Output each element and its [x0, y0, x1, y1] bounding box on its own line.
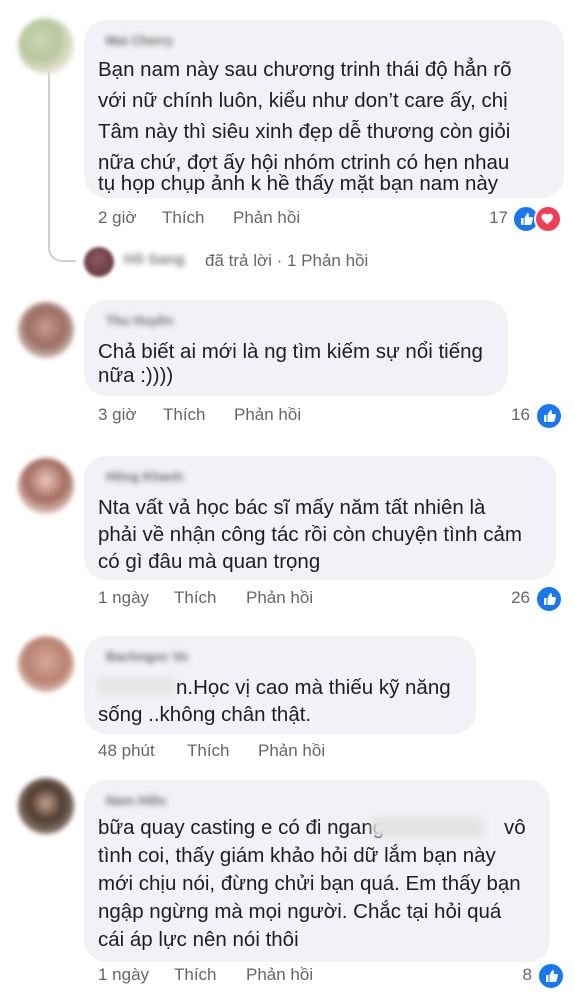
- like-button[interactable]: Thích: [174, 588, 217, 608]
- reply-summary-link[interactable]: đã trả lời · 1 Phản hồi: [205, 251, 368, 271]
- redacted-text: [98, 677, 174, 695]
- reply-button[interactable]: Phản hồi: [234, 405, 301, 425]
- comment-author[interactable]: Hồng Khanh: [106, 469, 183, 484]
- like-button[interactable]: Thích: [174, 965, 217, 985]
- comment-time[interactable]: 1 ngày: [98, 588, 149, 608]
- reply-button[interactable]: Phản hồi: [246, 588, 313, 608]
- comment-author[interactable]: Nam Hiền: [106, 793, 166, 808]
- reply-button[interactable]: Phản hồi: [246, 965, 313, 985]
- thread-line: [48, 68, 50, 244]
- like-icon: [537, 962, 565, 990]
- comment-text-line: mới chịu nói, đừng chửi bạn quá. Em thấy…: [98, 872, 521, 895]
- avatar[interactable]: [18, 458, 74, 514]
- avatar[interactable]: [18, 18, 74, 74]
- like-icon: [535, 585, 563, 613]
- comment-text-line: Bạn nam này sau chương trinh thái độ hẳn…: [98, 58, 512, 81]
- comment-author[interactable]: Bachngoc Vo: [106, 649, 188, 664]
- avatar[interactable]: [18, 302, 74, 358]
- like-icon: [535, 402, 563, 430]
- comment-text-line: Tâm này thì siêu xinh đẹp dễ thương còn …: [98, 120, 511, 143]
- reply-button[interactable]: Phản hồi: [258, 741, 325, 761]
- comment-text-line: sống ..không chân thật.: [98, 703, 312, 726]
- comment-text-line: bữa quay casting e có đi ngang: [98, 816, 385, 839]
- reaction-count[interactable]: 8: [508, 965, 532, 985]
- comment-author[interactable]: Thu Huyền: [106, 313, 173, 328]
- comment-text-line: vô: [504, 816, 526, 839]
- avatar[interactable]: [18, 778, 74, 834]
- like-button[interactable]: Thích: [187, 741, 230, 761]
- reply-avatar[interactable]: [84, 247, 114, 277]
- comment-text-line: ngập ngừng mà mọi người. Chắc tại hỏi qu…: [98, 900, 502, 923]
- reaction-count[interactable]: 17: [478, 208, 508, 228]
- comment-text-line: tình coi, thấy giám khảo hỏi dữ lắm bạn …: [98, 844, 496, 867]
- comment-time[interactable]: 1 ngày: [98, 965, 149, 985]
- like-button[interactable]: Thích: [162, 208, 205, 228]
- comment-time[interactable]: 2 giờ: [98, 208, 137, 228]
- comment-text-line: cái áp lực nên nói thôi: [98, 928, 299, 951]
- comment-time[interactable]: 48 phút: [98, 741, 155, 761]
- reaction-count[interactable]: 26: [500, 588, 530, 608]
- love-icon: [534, 205, 562, 233]
- avatar[interactable]: [18, 636, 74, 692]
- comment-time[interactable]: 3 giờ: [98, 405, 137, 425]
- comment-text-line: có gì đâu mà quan trọng: [98, 550, 321, 573]
- comment-text-line: với nữ chính luôn, kiểu như don’t care ấ…: [98, 89, 508, 112]
- reply-author[interactable]: Hồ Sang: [124, 251, 185, 268]
- reaction-count[interactable]: 16: [500, 405, 530, 425]
- comment-text-line: nữa :)))): [98, 364, 174, 387]
- reply-button[interactable]: Phản hồi: [233, 208, 300, 228]
- thread-curve: [48, 230, 76, 262]
- comment-author[interactable]: Mai Cherry: [106, 33, 173, 48]
- like-button[interactable]: Thích: [163, 405, 206, 425]
- comment-text-line: tụ họp chụp ảnh k hề thấy mặt bạn nam nà…: [98, 172, 499, 195]
- redacted-text: [372, 817, 484, 837]
